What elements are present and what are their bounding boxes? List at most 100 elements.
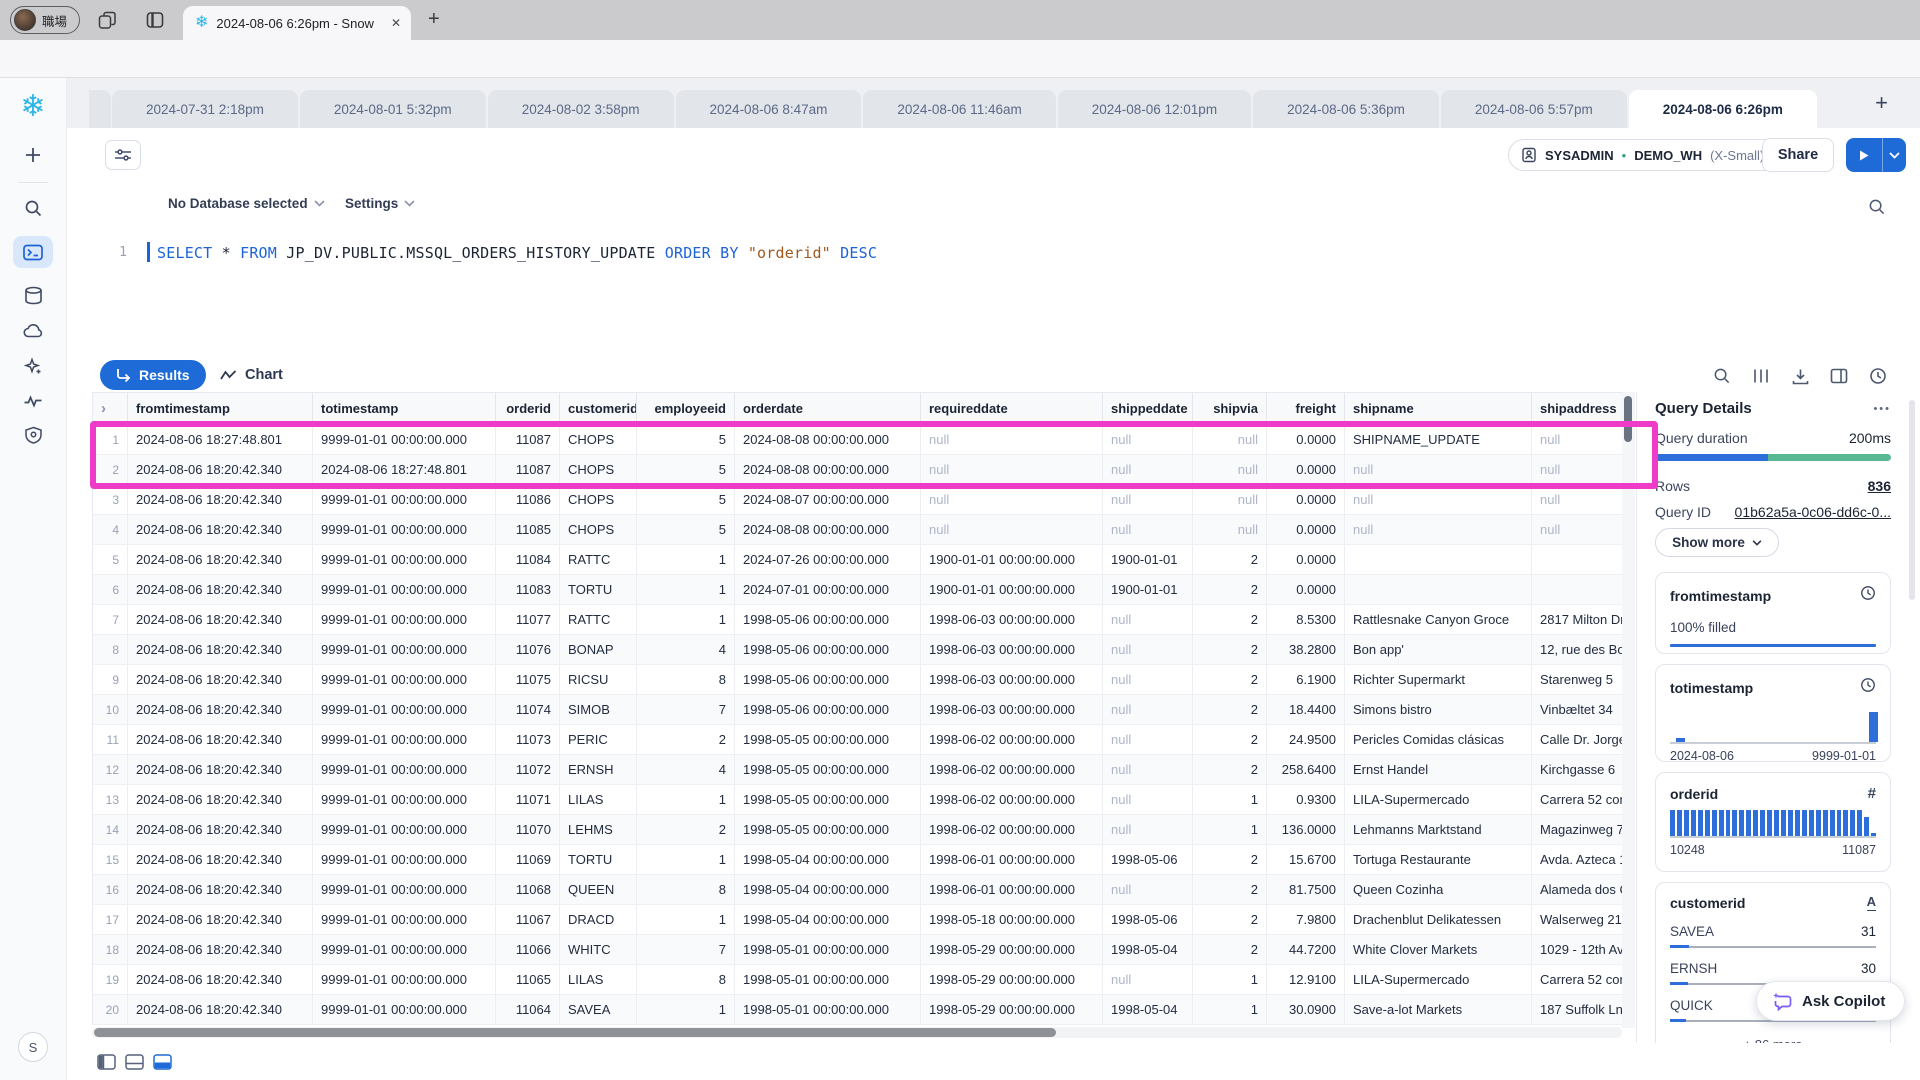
data-nav-icon[interactable] [24, 286, 43, 305]
activity-nav-icon[interactable] [23, 394, 43, 408]
stat-card-orderid[interactable]: orderid # 10248 11087 [1655, 772, 1891, 872]
table-cell[interactable]: 11065 [496, 965, 560, 994]
table-cell[interactable]: 2 [1193, 665, 1267, 694]
table-cell[interactable]: 1998-05-06 [1103, 905, 1193, 934]
table-cell[interactable]: LILA-Supermercado [1345, 965, 1532, 994]
table-cell[interactable]: Pericles Comidas clásicas [1345, 725, 1532, 754]
table-cell[interactable]: 1998-05-04 [1103, 935, 1193, 964]
table-cell[interactable] [1345, 545, 1532, 574]
query-id-link[interactable]: 01b62a5a-0c06-dd6c-0... [1735, 504, 1891, 520]
row-number[interactable]: 6 [93, 575, 128, 604]
table-cell[interactable]: 2024-07-26 00:00:00.000 [735, 545, 921, 574]
table-cell[interactable]: 2024-08-07 00:00:00.000 [735, 485, 921, 514]
marketplace-nav-icon[interactable] [23, 323, 43, 339]
table-cell[interactable]: Starenweg 5 [1532, 665, 1623, 694]
table-cell[interactable]: null [1532, 425, 1623, 454]
column-header[interactable]: fromtimestamp [128, 393, 313, 424]
table-cell[interactable]: Drachenblut Delikatessen [1345, 905, 1532, 934]
table-cell[interactable]: 0.0000 [1267, 545, 1345, 574]
table-cell[interactable]: 1998-05-04 00:00:00.000 [735, 845, 921, 874]
table-cell[interactable]: Calle Dr. Jorge [1532, 725, 1623, 754]
table-cell[interactable]: 11077 [496, 605, 560, 634]
table-cell[interactable]: Save-a-lot Markets [1345, 995, 1532, 1024]
table-cell[interactable]: 2024-08-06 18:27:48.801 [313, 455, 496, 484]
table-cell[interactable]: SHIPNAME_UPDATE [1345, 425, 1532, 454]
table-cell[interactable]: Ernst Handel [1345, 755, 1532, 784]
table-cell[interactable] [1532, 575, 1623, 604]
results-search-icon[interactable] [1712, 366, 1732, 386]
grid-horizontal-scrollbar[interactable] [92, 1027, 1622, 1038]
row-number[interactable]: 1 [93, 425, 128, 454]
table-cell[interactable]: Rattlesnake Canyon Groce [1345, 605, 1532, 634]
table-cell[interactable]: 0.0000 [1267, 425, 1345, 454]
table-cell[interactable]: 11085 [496, 515, 560, 544]
column-header[interactable]: totimestamp [313, 393, 496, 424]
table-cell[interactable]: 1 [637, 995, 735, 1024]
table-cell[interactable]: null [1532, 485, 1623, 514]
table-cell[interactable]: 1 [637, 605, 735, 634]
table-cell[interactable]: 9999-01-01 00:00:00.000 [313, 515, 496, 544]
table-cell[interactable]: 1 [637, 575, 735, 604]
table-cell[interactable]: 9999-01-01 00:00:00.000 [313, 875, 496, 904]
table-cell[interactable]: 1998-06-01 00:00:00.000 [921, 875, 1103, 904]
table-cell[interactable]: null [1193, 485, 1267, 514]
table-cell[interactable]: null [1103, 635, 1193, 664]
table-cell[interactable]: 12.9100 [1267, 965, 1345, 994]
table-cell[interactable]: 1998-05-01 00:00:00.000 [735, 935, 921, 964]
table-cell[interactable]: null [1103, 875, 1193, 904]
table-cell[interactable]: 2024-08-06 18:20:42.340 [128, 695, 313, 724]
sql-statement[interactable]: SELECT * FROM JP_DV.PUBLIC.MSSQL_ORDERS_… [157, 244, 877, 262]
scrollbar-thumb[interactable] [1624, 396, 1632, 442]
table-cell[interactable]: 11067 [496, 905, 560, 934]
table-cell[interactable]: Lehmanns Marktstand [1345, 815, 1532, 844]
table-cell[interactable] [1345, 575, 1532, 604]
table-cell[interactable]: 5 [637, 455, 735, 484]
search-nav-icon[interactable] [24, 199, 43, 218]
table-cell[interactable]: null [1103, 515, 1193, 544]
table-cell[interactable]: SAVEA [560, 995, 637, 1024]
download-icon[interactable] [1790, 366, 1810, 386]
table-cell[interactable]: null [1103, 455, 1193, 484]
worksheet-options-button[interactable] [105, 140, 141, 170]
table-cell[interactable]: RICSU [560, 665, 637, 694]
column-header[interactable]: shipaddress [1532, 393, 1623, 424]
table-cell[interactable]: 11074 [496, 695, 560, 724]
table-cell[interactable]: 81.7500 [1267, 875, 1345, 904]
layout-bottom-panel-icon[interactable] [123, 1052, 145, 1071]
row-number[interactable]: 3 [93, 485, 128, 514]
table-cell[interactable]: 1998-05-06 00:00:00.000 [735, 605, 921, 634]
table-cell[interactable]: Carrera 52 con [1532, 965, 1623, 994]
table-cell[interactable]: 9999-01-01 00:00:00.000 [313, 785, 496, 814]
table-cell[interactable]: 24.9500 [1267, 725, 1345, 754]
table-cell[interactable]: TORTU [560, 575, 637, 604]
table-cell[interactable]: 8 [637, 875, 735, 904]
table-cell[interactable]: LEHMS [560, 815, 637, 844]
user-avatar[interactable]: S [18, 1032, 48, 1062]
table-cell[interactable]: 9999-01-01 00:00:00.000 [313, 815, 496, 844]
worksheet-tab[interactable]: 2024-07-31 2:18pm [112, 90, 298, 128]
table-cell[interactable]: null [1193, 425, 1267, 454]
layout-left-panel-icon[interactable] [95, 1052, 117, 1071]
worksheet-tab[interactable]: 2024-08-06 11:46am [863, 90, 1055, 128]
table-cell[interactable]: 1 [637, 785, 735, 814]
table-cell[interactable]: 2024-08-06 18:20:42.340 [128, 665, 313, 694]
table-cell[interactable]: 2 [1193, 875, 1267, 904]
table-cell[interactable]: LILAS [560, 965, 637, 994]
table-cell[interactable]: null [1532, 455, 1623, 484]
table-cell[interactable] [1532, 545, 1623, 574]
row-number[interactable]: 5 [93, 545, 128, 574]
table-cell[interactable]: 2 [1193, 635, 1267, 664]
row-number[interactable]: 17 [93, 905, 128, 934]
table-cell[interactable]: 1998-06-03 00:00:00.000 [921, 665, 1103, 694]
table-cell[interactable]: 0.0000 [1267, 575, 1345, 604]
table-cell[interactable]: 9999-01-01 00:00:00.000 [313, 545, 496, 574]
new-tab-button[interactable]: + [428, 8, 440, 31]
table-cell[interactable]: 7.9800 [1267, 905, 1345, 934]
table-cell[interactable]: 1998-05-01 00:00:00.000 [735, 995, 921, 1024]
table-cell[interactable]: Avda. Azteca 1 [1532, 845, 1623, 874]
column-header[interactable]: shipvia [1193, 393, 1267, 424]
table-cell[interactable]: 2024-07-01 00:00:00.000 [735, 575, 921, 604]
table-cell[interactable]: Richter Supermarkt [1345, 665, 1532, 694]
table-cell[interactable]: 1998-05-29 00:00:00.000 [921, 935, 1103, 964]
column-header[interactable]: customerid [560, 393, 637, 424]
